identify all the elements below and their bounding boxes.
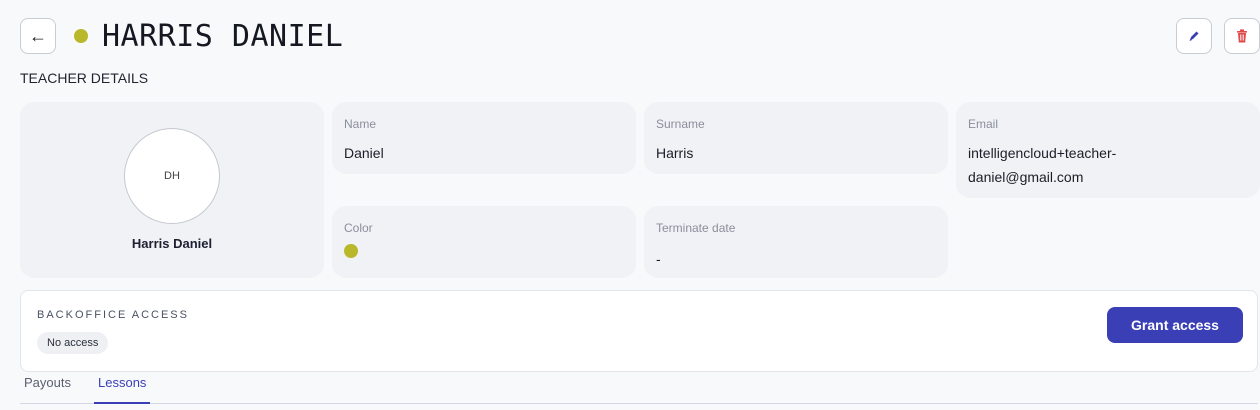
field-label: Email xyxy=(968,117,999,131)
field-value: Daniel xyxy=(344,145,384,161)
field-value: - xyxy=(656,251,661,267)
back-button[interactable]: ← xyxy=(20,18,56,54)
profile-card: DH Harris Daniel xyxy=(20,102,324,278)
field-value: Harris xyxy=(656,145,694,161)
page-title: HARRIS DANIEL xyxy=(102,18,344,54)
field-label: Terminate date xyxy=(656,221,736,235)
tab-bar: Payouts Lessons xyxy=(20,374,1258,404)
field-name: Name Daniel xyxy=(332,102,636,174)
field-label: Name xyxy=(344,117,377,131)
field-label: Color xyxy=(344,221,373,235)
color-swatch xyxy=(344,244,358,258)
status-dot xyxy=(74,29,88,43)
delete-button[interactable] xyxy=(1224,18,1260,54)
edit-button[interactable] xyxy=(1176,18,1212,54)
field-surname: Surname Harris xyxy=(644,102,948,174)
header-actions xyxy=(1176,18,1260,54)
access-title: BACKOFFICE ACCESS xyxy=(37,309,189,321)
access-status-badge: No access xyxy=(37,332,109,354)
profile-name: Harris Daniel xyxy=(131,236,213,251)
tab-lessons[interactable]: Lessons xyxy=(94,374,151,404)
field-value: intelligencloud+teacher-daniel@gmail.com xyxy=(968,145,1117,185)
field-color: Color xyxy=(332,206,636,278)
backoffice-access-panel: BACKOFFICE ACCESS No access Grant access xyxy=(20,290,1258,372)
page-header: ← HARRIS DANIEL xyxy=(20,18,343,54)
grant-access-button[interactable]: Grant access xyxy=(1107,307,1243,343)
avatar: DH xyxy=(124,128,220,224)
pencil-icon xyxy=(1189,31,1199,41)
field-label: Surname xyxy=(656,117,705,131)
section-label: TEACHER DETAILS xyxy=(20,70,149,86)
tab-payouts[interactable]: Payouts xyxy=(20,374,75,404)
field-terminate-date: Terminate date - xyxy=(644,206,948,278)
field-email: Email intelligencloud+teacher-daniel@gma… xyxy=(956,102,1260,198)
trash-icon xyxy=(1237,29,1247,43)
